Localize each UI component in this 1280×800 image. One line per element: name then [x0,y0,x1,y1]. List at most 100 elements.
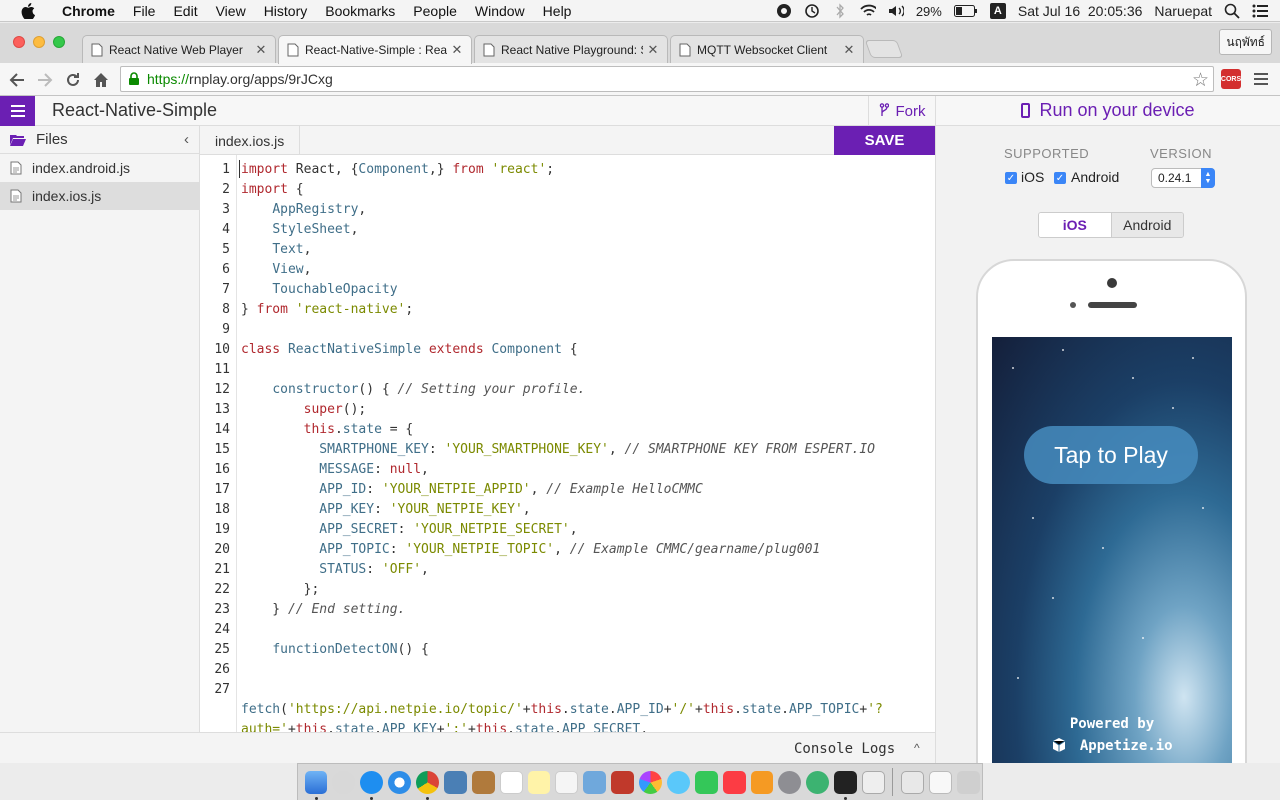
line-number: 6 [222,262,230,277]
tab-close-icon[interactable]: ✕ [451,42,463,58]
run-on-device-button[interactable]: Run on your device [936,96,1280,126]
contacts-icon[interactable] [471,770,495,794]
console-logs-label: Console Logs [794,741,896,757]
finder-icon[interactable] [304,770,328,800]
hamburger-icon[interactable] [0,96,35,126]
address-bar[interactable]: https:// rnplay.org/apps/9rJCxg ☆ [120,66,1214,92]
forward-icon[interactable] [34,69,56,91]
chrome-menu-icon[interactable] [1252,71,1270,87]
volume-icon[interactable] [888,3,904,19]
document-icon[interactable] [900,770,924,794]
photos-icon[interactable] [639,770,662,794]
menu-edit[interactable]: Edit [164,3,206,19]
menu-help[interactable]: Help [534,3,581,19]
app-store-icon[interactable] [360,770,384,800]
battery-icon[interactable] [953,3,978,19]
tab-react-native-web-player[interactable]: React Native Web Player ✕ [82,35,276,63]
save-button[interactable]: SAVE [834,126,935,155]
tab-react-native-playground[interactable]: React Native Playground: S ✕ [474,35,668,63]
menu-view[interactable]: View [207,3,255,19]
menu-window[interactable]: Window [466,3,534,19]
time-machine-icon[interactable] [804,3,820,19]
android-checkbox[interactable]: ✓ [1054,172,1066,184]
menubar-user[interactable]: Naruepat [1154,3,1212,19]
speaker-grille [1088,302,1137,308]
menu-people[interactable]: People [404,3,466,19]
star-dot [1052,597,1054,599]
menu-bookmarks[interactable]: Bookmarks [316,3,404,19]
apple-icon[interactable] [17,0,39,22]
back-icon[interactable] [6,69,28,91]
code-line: import { [241,182,304,197]
close-window-button[interactable] [13,36,25,48]
file-name: index.android.js [32,160,131,176]
code-line: this.state = { [303,422,414,437]
itunes-icon[interactable] [722,770,746,794]
profile-button[interactable]: นฤพัทธ์ [1219,29,1272,55]
facetime-icon[interactable] [694,770,718,794]
tab-close-icon[interactable]: ✕ [255,42,267,58]
tap-to-play-button[interactable]: Tap to Play [1024,426,1198,484]
menu-app-name[interactable]: Chrome [53,3,124,19]
tab-react-native-simple[interactable]: React-Native-Simple : Reac ✕ [278,35,472,64]
line-number: 23 [214,602,230,617]
notes-icon[interactable] [527,770,551,794]
code-line: StyleSheet, [272,222,359,237]
preview-icon[interactable] [443,770,467,794]
code-editor[interactable]: 1 2 3 4 5 6 7 8 9 10 11 12 13 14 15 16 1… [200,155,935,732]
new-tab-button[interactable] [864,40,904,58]
bluetooth-icon[interactable] [832,3,848,19]
menubar-clock[interactable]: Sat Jul 16 20:05:36 [1018,3,1143,19]
messages-icon[interactable] [666,770,690,794]
code-line: auth='+this.state.APP_KEY+':'+this.state… [241,722,649,732]
dictionary-icon[interactable] [862,770,885,794]
input-source-icon[interactable]: A [989,3,1006,19]
sync-icon[interactable] [776,3,792,19]
ios-checkbox[interactable]: ✓ [1005,172,1017,184]
lock-icon[interactable] [127,72,141,86]
system-preferences-icon[interactable] [778,770,802,794]
tab-label: MQTT Websocket Client [697,42,828,57]
maps-icon[interactable] [583,770,607,794]
version-select[interactable]: 0.24.1 ▲ ▼ [1151,168,1215,188]
notification-center-icon[interactable] [1252,3,1268,19]
minimize-window-button[interactable] [33,36,45,48]
url-scheme: https:// [147,71,190,87]
photo-booth-icon[interactable] [611,770,635,794]
collapse-sidebar-icon[interactable]: ‹ [184,131,189,148]
menu-file[interactable]: File [124,3,165,19]
line-number: 15 [214,442,230,457]
chrome-icon[interactable] [416,770,439,800]
file-item-index-ios[interactable]: index.ios.js [0,182,199,210]
reminders-icon[interactable] [555,770,579,794]
downloads-folder-icon[interactable] [928,770,952,794]
tab-mqtt-websocket-client[interactable]: MQTT Websocket Client ✕ [670,35,864,63]
safari-icon[interactable] [388,770,411,794]
file-item-index-android[interactable]: index.android.js [0,154,199,182]
console-logs-bar[interactable]: Console Logs ^ [0,732,935,763]
cors-extension-button[interactable]: CORS [1221,69,1241,89]
menu-history[interactable]: History [255,3,317,19]
fork-button[interactable]: Fork [868,96,935,126]
code-line: constructor() { // Setting your profile. [272,382,586,397]
segment-android[interactable]: Android [1110,213,1183,237]
star-icon[interactable]: ☆ [1192,69,1209,92]
chevron-up-icon[interactable]: ^ [914,741,920,755]
zoom-window-button[interactable] [53,36,65,48]
terminal-icon[interactable] [834,770,858,800]
segment-ios[interactable]: iOS [1039,213,1111,237]
home-icon[interactable] [90,69,112,91]
code-line: super(); [303,402,367,417]
simulator-screen[interactable]: Tap to Play Powered by Appetize.io [992,337,1232,763]
trash-icon[interactable] [956,770,980,794]
wifi-icon[interactable] [860,3,876,19]
reload-icon[interactable] [62,69,84,91]
spotlight-icon[interactable] [1224,3,1240,19]
atom-icon[interactable] [806,770,830,794]
editor-tab-index-ios[interactable]: index.ios.js [200,126,300,155]
ibooks-icon[interactable] [750,770,774,794]
launchpad-icon[interactable] [332,770,356,794]
tab-close-icon[interactable]: ✕ [647,42,659,58]
tab-close-icon[interactable]: ✕ [843,42,855,58]
calendar-icon[interactable] [499,770,523,794]
